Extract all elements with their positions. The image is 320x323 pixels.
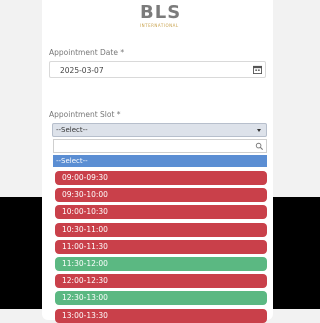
appointment-slot-selected: --Select-- <box>56 126 88 134</box>
logo-subtitle: INTERNATIONAL <box>140 23 179 28</box>
appointment-slot-select[interactable]: --Select-- <box>52 123 267 137</box>
slot-option[interactable]: 10:00-10:30 <box>55 205 267 220</box>
chevron-down-icon <box>257 129 261 132</box>
calendar-icon[interactable] <box>253 65 262 74</box>
appointment-date-field[interactable]: 2025-03-07 <box>49 61 266 78</box>
appointment-date-value: 2025-03-07 <box>60 66 104 75</box>
slot-option[interactable]: 11:00-11:30 <box>55 239 267 254</box>
slot-option[interactable]: 09:30-10:00 <box>55 188 267 203</box>
slot-option-placeholder[interactable]: --Select-- <box>53 155 267 167</box>
logo-wordmark: BLS <box>140 2 182 23</box>
slot-option[interactable]: 09:00-09:30 <box>55 171 267 185</box>
appointment-slot-label: Appointment Slot * <box>49 110 121 119</box>
bls-logo: BLS INTERNATIONAL <box>140 3 180 31</box>
slot-search-input[interactable] <box>53 139 267 153</box>
appointment-date-label: Appointment Date * <box>49 48 125 57</box>
slot-option[interactable]: 12:30-13:00 <box>55 291 267 306</box>
search-icon <box>255 142 264 151</box>
slot-option[interactable]: 11:30-12:00 <box>55 257 267 271</box>
background-band-right <box>273 197 320 309</box>
slot-option[interactable]: 13:00-13:30 <box>55 308 267 323</box>
slot-option[interactable]: 12:00-12:30 <box>55 274 267 289</box>
slot-option[interactable]: 10:30-11:00 <box>55 222 267 237</box>
background-band-left <box>0 197 42 309</box>
